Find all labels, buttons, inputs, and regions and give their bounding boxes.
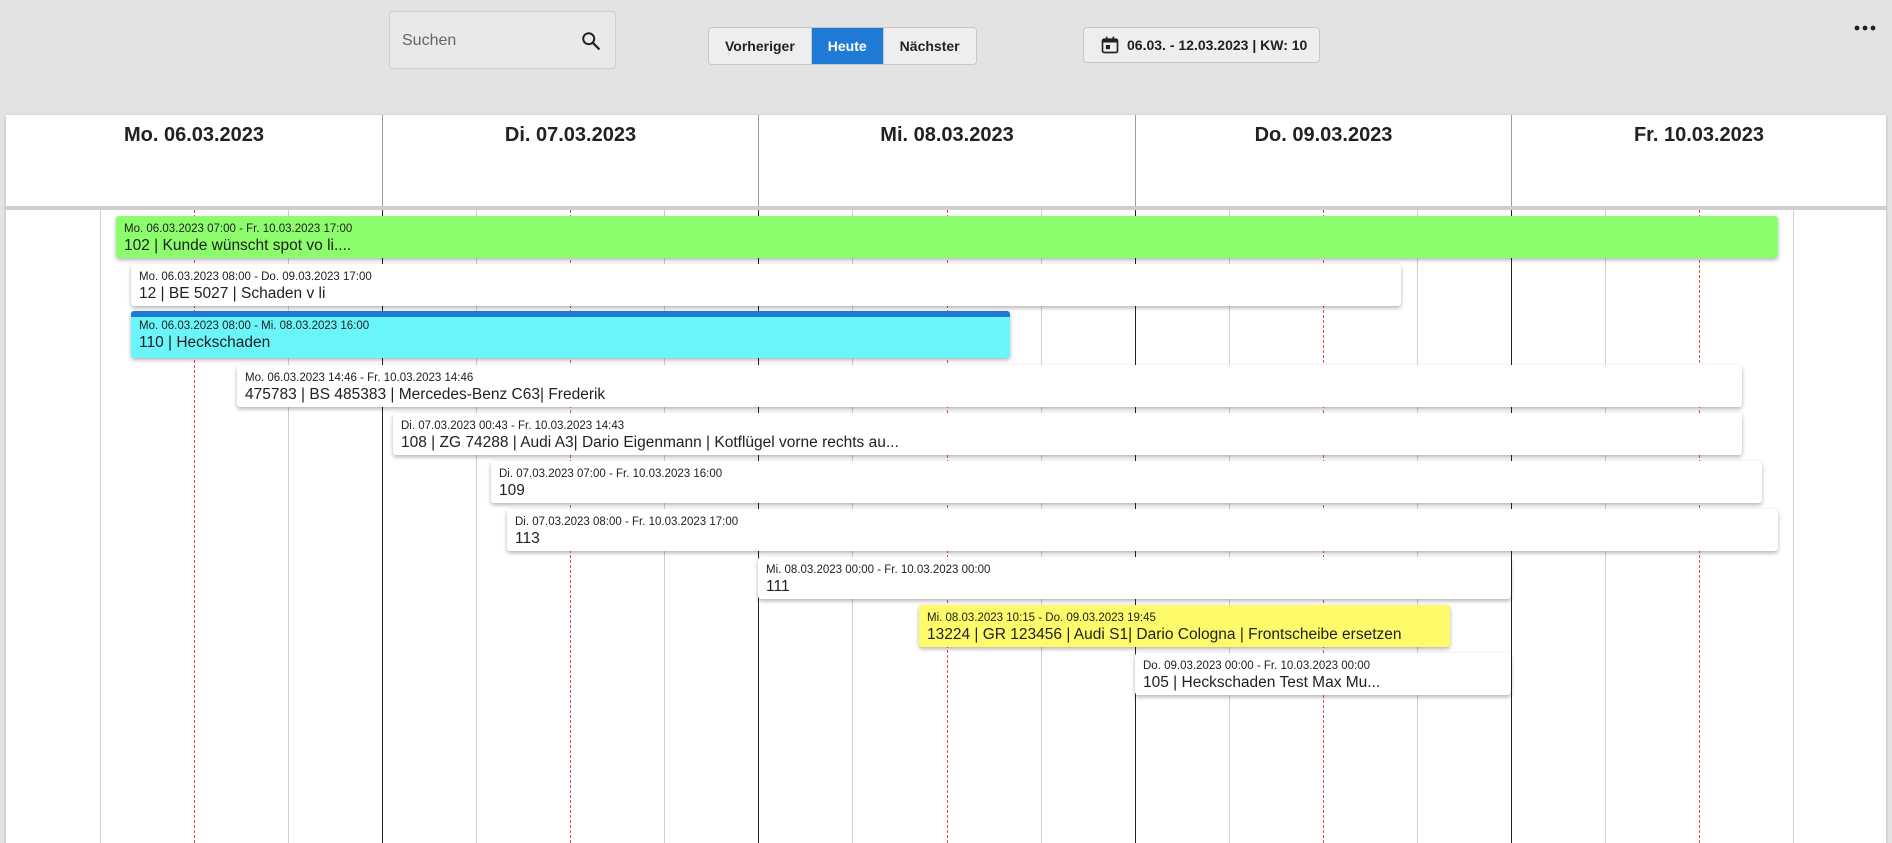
today-button[interactable]: Heute [810, 28, 883, 64]
more-options-icon[interactable] [1853, 18, 1877, 38]
event-time: Mo. 06.03.2023 07:00 - Fr. 10.03.2023 17… [124, 223, 353, 235]
event-time: Mo. 06.03.2023 08:00 - Mi. 08.03.2023 16… [139, 320, 370, 332]
event-title: 108 | ZG 74288 | Audi A3| Dario Eigenman… [401, 434, 899, 451]
event-time: Mi. 08.03.2023 10:15 - Do. 09.03.2023 19… [927, 612, 1156, 624]
event-time: Di. 07.03.2023 00:43 - Fr. 10.03.2023 14… [401, 420, 625, 432]
event-card[interactable]: Mo. 06.03.2023 08:00 - Do. 09.03.2023 17… [131, 264, 1401, 306]
event-title: 109 [499, 482, 525, 499]
event-time: Mo. 06.03.2023 08:00 - Do. 09.03.2023 17… [139, 271, 372, 283]
search-input[interactable] [400, 26, 574, 56]
day-header-mon: Mo. 06.03.2023 [123, 124, 265, 146]
event-card[interactable]: Di. 07.03.2023 08:00 - Fr. 10.03.2023 17… [507, 509, 1778, 551]
event-title: 105 | Heckschaden Test Max Mu... [1143, 674, 1381, 691]
event-time: Mi. 08.03.2023 00:00 - Fr. 10.03.2023 00… [766, 564, 991, 576]
day-header-wed: Mi. 08.03.2023 [758, 115, 1135, 207]
event-time: Di. 07.03.2023 07:00 - Fr. 10.03.2023 16… [499, 468, 723, 480]
event-card[interactable]: Do. 09.03.2023 00:00 - Fr. 10.03.2023 00… [1135, 653, 1511, 695]
event-time: Di. 07.03.2023 08:00 - Fr. 10.03.2023 17… [515, 516, 739, 528]
event-title: 13224 | GR 123456 | Audi S1| Dario Colog… [927, 626, 1402, 643]
event-title: 111 [766, 578, 790, 595]
day-header-tue: Di. 07.03.2023 [382, 115, 758, 207]
day-header-thu: Do. 09.03.2023 [1135, 115, 1511, 207]
grid-line [100, 210, 101, 843]
event-card[interactable]: Di. 07.03.2023 00:43 - Fr. 10.03.2023 14… [393, 413, 1742, 455]
event-card[interactable]: Mo. 06.03.2023 07:00 - Fr. 10.03.2023 17… [116, 216, 1778, 258]
event-title: 475783 | BS 485383 | Mercedes-Benz C63| … [245, 386, 606, 403]
search-box[interactable] [389, 11, 616, 69]
date-range-picker[interactable]: 06.03. - 12.03.2023 | KW: 10 [1083, 27, 1320, 63]
event-card[interactable]: Mo. 06.03.2023 08:00 - Mi. 08.03.2023 16… [131, 311, 1010, 358]
date-range-label: 06.03. - 12.03.2023 | KW: 10 [1127, 37, 1308, 53]
event-title: 110 | Heckschaden [139, 334, 271, 351]
event-title: 113 [515, 530, 540, 547]
event-title: 102 | Kunde wünscht spot vo li.... [124, 237, 352, 254]
event-card[interactable]: Mi. 08.03.2023 00:00 - Fr. 10.03.2023 00… [758, 557, 1511, 599]
calendar-icon [1101, 36, 1119, 54]
event-card[interactable]: Mo. 06.03.2023 14:46 - Fr. 10.03.2023 14… [237, 365, 1742, 407]
event-card[interactable]: Di. 07.03.2023 07:00 - Fr. 10.03.2023 16… [491, 461, 1762, 503]
week-calendar: Mo. 06.03.2023 Di. 07.03.2023 Mi. 08.03.… [6, 115, 1886, 843]
grid-line [1793, 210, 1794, 843]
event-time: Do. 09.03.2023 00:00 - Fr. 10.03.2023 00… [1143, 660, 1370, 672]
week-navigation: Vorheriger Heute Nächster [708, 27, 977, 65]
search-icon[interactable] [580, 30, 602, 52]
event-card[interactable]: Mi. 08.03.2023 10:15 - Do. 09.03.2023 19… [919, 605, 1450, 647]
event-title: 12 | BE 5027 | Schaden v li [139, 285, 326, 302]
event-time: Mo. 06.03.2023 14:46 - Fr. 10.03.2023 14… [245, 372, 474, 384]
day-header-fri: Fr. 10.03.2023 [1511, 115, 1886, 207]
next-button[interactable]: Nächster [882, 28, 976, 64]
previous-button[interactable]: Vorheriger [709, 28, 811, 64]
